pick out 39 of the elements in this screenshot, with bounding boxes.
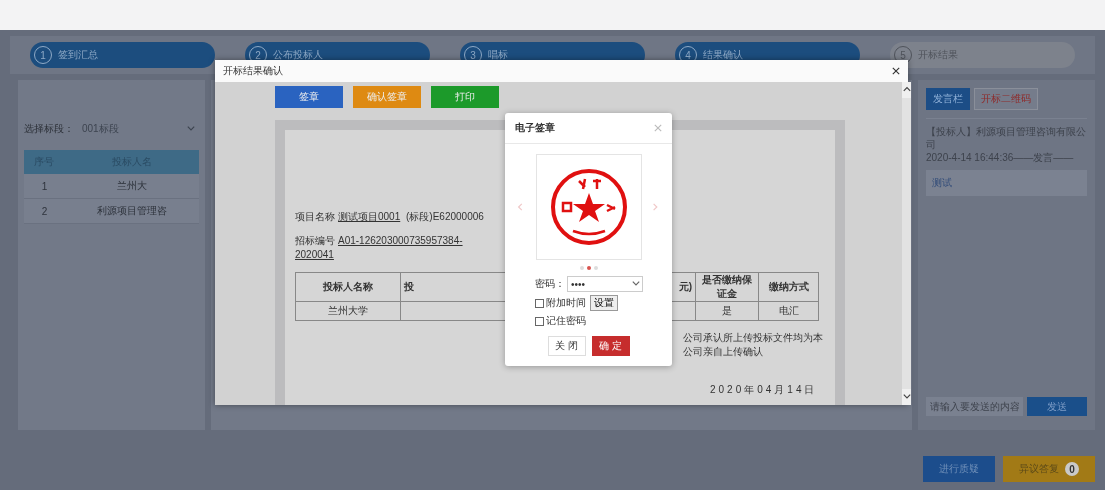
table-header: 是否缴纳保证金	[695, 272, 759, 302]
step-pill: 1 签到汇总	[30, 42, 215, 68]
dialog-title: 电子签章	[515, 121, 555, 135]
document-date: 2020年04月14日	[710, 383, 819, 397]
caret-icon[interactable]	[632, 280, 640, 288]
footer-button[interactable]: 进行质疑	[923, 456, 995, 482]
tab[interactable]: 开标二维码	[974, 88, 1038, 110]
statement-text: 公司承认所上传投标文件均为本公司亲自上传确认	[683, 331, 823, 359]
chevron-up-icon[interactable]	[902, 86, 911, 94]
table-header: 缴纳方式	[758, 272, 819, 302]
table-cell: 1	[24, 174, 65, 199]
table-cell: 2	[24, 198, 65, 224]
tab[interactable]: 发言栏	[926, 88, 970, 110]
message-bubble: 测试	[926, 170, 1087, 196]
table-header: 投标人名称	[295, 272, 401, 302]
table-cell: 利源项目管理咨	[64, 198, 199, 224]
checkbox-label: 记住密码	[546, 314, 586, 328]
table-cell: 兰州大	[64, 174, 199, 199]
dialog-button[interactable]: 关 闭	[547, 336, 586, 356]
send-button[interactable]: 发送	[1027, 397, 1087, 416]
chevron-down-icon[interactable]	[902, 393, 911, 401]
table-cell: 电汇	[758, 301, 819, 321]
dialog-button[interactable]: 确 定	[591, 336, 630, 356]
checkbox[interactable]	[535, 298, 544, 308]
action-button[interactable]: 签章	[275, 86, 343, 108]
carousel-dot[interactable]	[586, 266, 591, 270]
project-line: 项目名称 测试项目0001 (标段)E62000006	[295, 210, 485, 224]
tender-number-line: 招标编号 A01-126203000735957384-2020041	[295, 234, 464, 262]
table-cell: 兰州大学	[295, 301, 401, 321]
checkbox[interactable]	[535, 316, 544, 326]
settings-button[interactable]: 设置	[590, 295, 618, 311]
count-badge: 0	[1065, 462, 1079, 476]
table-cell: 是	[695, 301, 759, 321]
scrollbar[interactable]	[902, 82, 911, 405]
action-button[interactable]: 确认签章	[353, 86, 421, 108]
section-label: 选择标段：	[24, 122, 74, 136]
password-field[interactable]: ••••	[567, 276, 643, 292]
action-button[interactable]: 打印	[431, 86, 499, 108]
close-icon[interactable]	[892, 67, 900, 75]
